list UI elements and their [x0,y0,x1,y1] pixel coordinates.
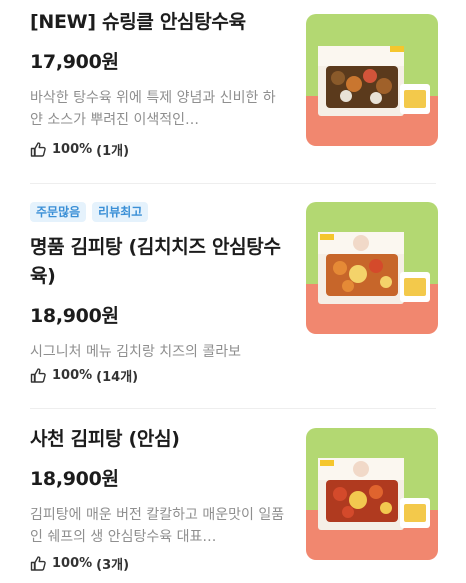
menu-item-thumbnail[interactable] [306,14,438,146]
rating-percent: 100% [52,556,93,571]
thumbs-up-icon [30,142,46,157]
rating-row: 100% (14개) [30,366,138,385]
menu-item[interactable]: 주문많음 리뷰최고 명품 김피탕 (김치치즈 안심탕수육) 18,900원 시그… [0,184,466,408]
menu-item-thumbnail[interactable] [306,202,438,334]
menu-item-thumbnail[interactable] [306,428,438,560]
rating-percent: 100% [52,142,93,157]
thumbs-up-icon [30,556,46,571]
menu-item-name: [NEW] 슈링클 안심탕수육 [30,11,246,33]
menu-item-description: 바삭한 탕수육 위에 특제 양념과 신비한 하얀 소스가 뿌려진 이색적인… [30,90,276,128]
rating-percent: 100% [52,368,93,383]
review-count: (1개) [96,144,130,159]
badge-most-ordered: 주문많음 [30,202,87,222]
review-count: (14개) [96,370,139,385]
badge-best-review: 리뷰최고 [92,202,149,222]
thumbs-up-icon [30,368,46,383]
menu-item-text: 사천 김피탕 (안심) 18,900원 김피탕에 매운 버전 칼칼하고 매운맛이… [30,425,285,548]
menu-item-description: 시그니처 메뉴 김치랑 치즈의 콜라보 [30,344,241,360]
menu-item-description: 김피탕에 매운 버전 칼칼하고 매운맛이 일품 인 쉐프의 생 안심탕수육 대표… [30,507,285,545]
menu-item-price: 18,900원 [30,305,119,327]
menu-item-name: 명품 김피탕 (김치치즈 안심탕수육) [30,236,281,287]
rating-row: 100% (3개) [30,554,129,573]
menu-item-price: 17,900원 [30,51,119,73]
menu-item[interactable]: 사천 김피탕 (안심) 18,900원 김피탕에 매운 버전 칼칼하고 매운맛이… [0,409,466,583]
review-count: (3개) [96,558,130,573]
menu-item-name: 사천 김피탕 (안심) [30,428,180,450]
menu-item-text: [NEW] 슈링클 안심탕수육 17,900원 바삭한 탕수육 위에 특제 양념… [30,8,285,131]
menu-item-price: 18,900원 [30,468,119,490]
menu-item-text: 명품 김피탕 (김치치즈 안심탕수육) 18,900원 시그니처 메뉴 김치랑 … [30,233,285,363]
menu-list: [NEW] 슈링클 안심탕수육 17,900원 바삭한 탕수육 위에 특제 양념… [0,0,466,583]
menu-item[interactable]: [NEW] 슈링클 안심탕수육 17,900원 바삭한 탕수육 위에 특제 양념… [0,0,466,183]
rating-row: 100% (1개) [30,140,129,159]
badge-group: 주문많음 리뷰최고 [30,202,154,222]
